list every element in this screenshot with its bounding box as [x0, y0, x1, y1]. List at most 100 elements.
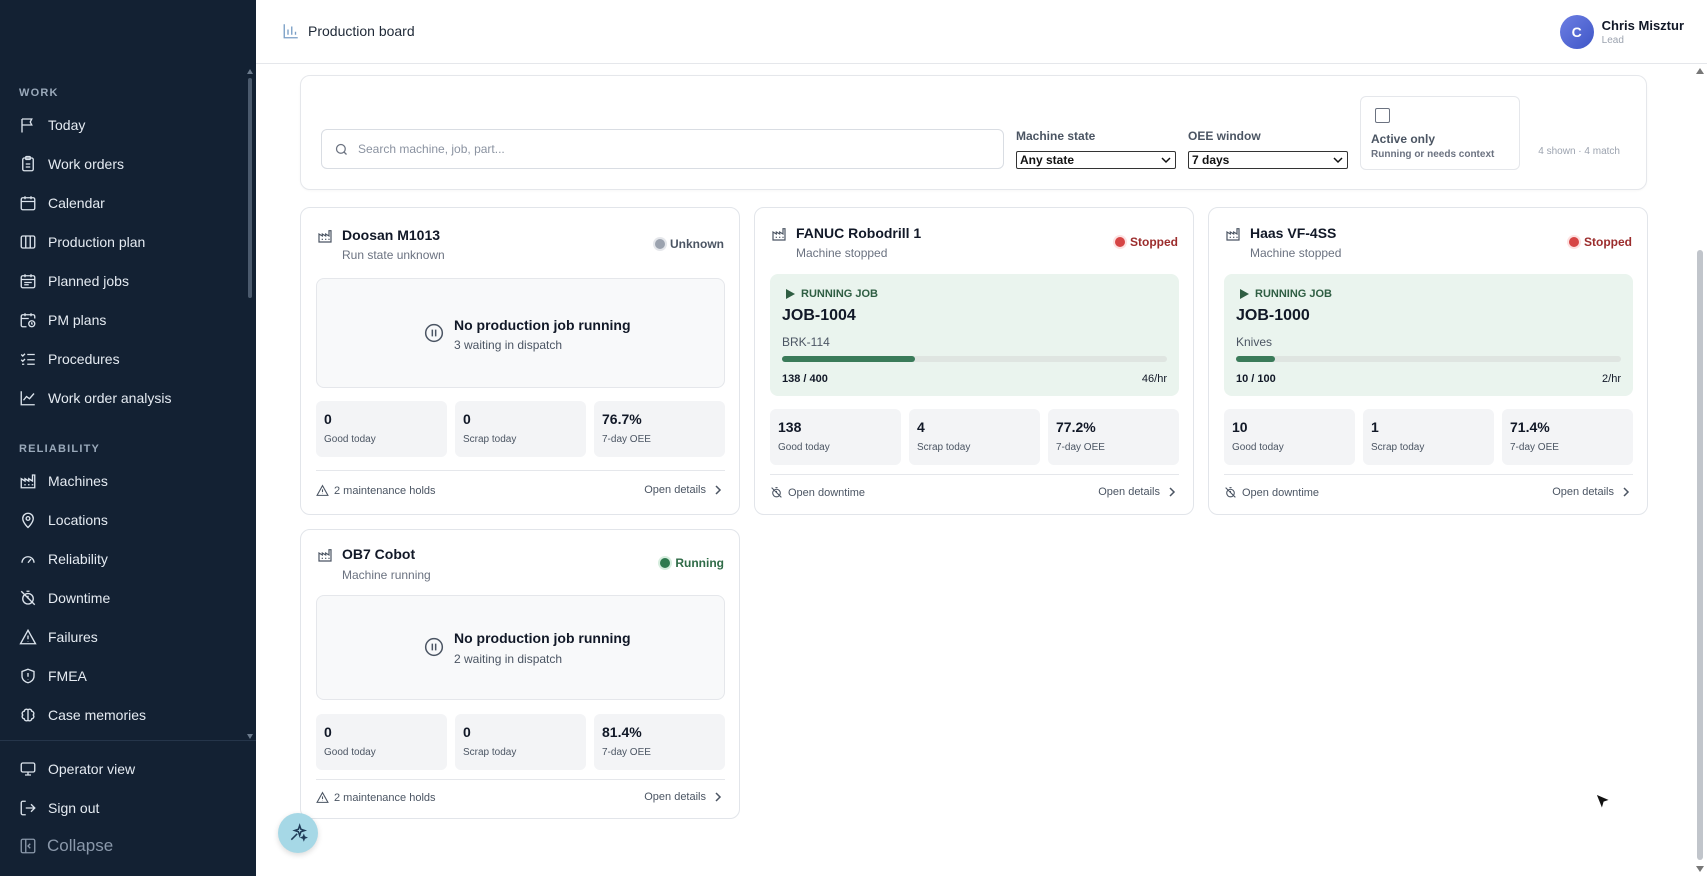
sidebar-item-label: Work orders [48, 156, 124, 172]
no-job-panel: No production job running 3 waiting in d… [316, 278, 725, 388]
main-scroll-down[interactable] [1696, 866, 1704, 872]
page-title: Production board [308, 23, 415, 39]
sidebar-item-label: Failures [48, 629, 98, 645]
stat-oee: 71.4% 7-day OEE [1502, 409, 1633, 465]
running-job-panel[interactable]: RUNNING JOB JOB-1004 BRK-114 138 / 400 4… [770, 274, 1179, 396]
active-only-filter[interactable]: Active only Running or needs context [1360, 96, 1520, 170]
card-divider [316, 470, 725, 471]
play-icon [786, 289, 795, 299]
open-downtime-link[interactable]: Open downtime [770, 486, 865, 499]
sidebar-item-pm-plans[interactable]: PM plans [0, 304, 248, 336]
main-scroll-up[interactable] [1696, 68, 1704, 74]
machine-state-value: Any state [1020, 153, 1075, 167]
job-part: BRK-114 [782, 335, 830, 349]
oee-window-select[interactable]: 7 days [1188, 151, 1348, 169]
running-job-tag-label: RUNNING JOB [1255, 288, 1333, 300]
sidebar-item-planned-jobs[interactable]: Planned jobs [0, 265, 248, 297]
machine-name[interactable]: FANUC Robodrill 1 [796, 225, 921, 241]
sidebar-item-procedures[interactable]: Procedures [0, 343, 248, 375]
open-details-label: Open details [1552, 486, 1614, 498]
open-details-link[interactable]: Open details [1552, 486, 1631, 498]
machine-name[interactable]: Haas VF-4SS [1250, 225, 1336, 241]
sidebar-item-reliability[interactable]: Reliability [0, 543, 248, 575]
user-role: Lead [1601, 35, 1624, 46]
sidebar-item-today[interactable]: Today [0, 109, 248, 141]
stat-label: Good today [324, 747, 376, 758]
brain-icon [21, 708, 35, 722]
maintenance-holds[interactable]: 2 maintenance holds [316, 484, 436, 497]
job-progress-bar [782, 356, 1167, 362]
user-menu[interactable]: C Chris Misztur Lead [1559, 15, 1684, 49]
sidebar-scroll-down[interactable] [247, 734, 253, 739]
sidebar-item-sign-out[interactable]: Sign out [0, 792, 248, 824]
open-details-link[interactable]: Open details [1098, 486, 1177, 498]
job-id: JOB-1004 [782, 307, 856, 324]
open-downtime-link[interactable]: Open downtime [1224, 486, 1319, 499]
job-progress-fill [782, 356, 915, 362]
main-scrollbar-thumb[interactable] [1697, 250, 1703, 860]
dispatch-waiting: 2 waiting in dispatch [454, 652, 563, 666]
search-box[interactable] [321, 129, 1004, 169]
sidebar-item-work-orders[interactable]: Work orders [0, 148, 248, 180]
active-only-checkbox[interactable] [1375, 108, 1390, 123]
stat-label: Scrap today [1371, 442, 1425, 453]
machine-card[interactable]: OB7 Cobot Machine running Running No pro… [300, 529, 740, 819]
sidebar-item-locations[interactable]: Locations [0, 504, 248, 536]
running-job-panel[interactable]: RUNNING JOB JOB-1000 Knives 10 / 100 2/h… [1224, 274, 1633, 396]
no-job-title: No production job running [454, 317, 631, 333]
stat-oee: 81.4% 7-day OEE [594, 714, 725, 770]
machine-state-select[interactable]: Any state [1016, 151, 1176, 169]
machine-card[interactable]: Haas VF-4SS Machine stopped Stopped RUNN… [1208, 207, 1648, 515]
sidebar-item-operator-view[interactable]: Operator view [0, 753, 248, 785]
machine-name[interactable]: Doosan M1013 [342, 227, 440, 243]
status-dot [1569, 237, 1579, 247]
map-pin-icon [22, 512, 34, 529]
sidebar-scrollbar-thumb[interactable] [248, 78, 252, 298]
maintenance-holds[interactable]: 2 maintenance holds [316, 791, 436, 804]
open-details-link[interactable]: Open details [644, 791, 723, 803]
factory-icon [318, 549, 332, 562]
status-label: Unknown [670, 237, 724, 251]
factory-icon [772, 228, 786, 241]
calendar-icon [20, 196, 36, 211]
machine-card[interactable]: FANUC Robodrill 1 Machine stopped Stoppe… [754, 207, 1194, 515]
collapse-button[interactable]: Collapse [19, 836, 113, 856]
machine-subtitle: Machine stopped [1250, 246, 1342, 260]
sidebar-item-fmea[interactable]: FMEA [0, 660, 248, 692]
mouse-cursor-icon [1595, 793, 1612, 811]
running-job-tag: RUNNING JOB [784, 288, 878, 300]
timer-off-icon [20, 590, 36, 606]
job-id: JOB-1000 [1236, 307, 1310, 324]
status-badge: Unknown [655, 237, 724, 251]
sidebar-item-downtime[interactable]: Downtime [0, 582, 248, 614]
search-input[interactable] [358, 142, 978, 156]
timer-off-icon [1225, 487, 1236, 498]
sidebar-item-machines[interactable]: Machines [0, 465, 248, 497]
sidebar-nav: WORK Today Work orders Calendar Producti… [0, 66, 256, 740]
status-badge: Stopped [1569, 235, 1632, 249]
gauge-icon [21, 556, 35, 564]
sidebar-item-case-memories[interactable]: Case memories [0, 699, 248, 731]
open-details-link[interactable]: Open details [644, 484, 723, 496]
avatar[interactable]: C [1559, 15, 1594, 49]
sidebar-item-failures[interactable]: Failures [0, 621, 248, 653]
sidebar-item-production-plan[interactable]: Production plan [0, 226, 248, 258]
machine-subtitle: Run state unknown [342, 248, 445, 262]
sidebar-item-calendar[interactable]: Calendar [0, 187, 248, 219]
chevron-right-icon [1623, 487, 1630, 497]
chevron-right-icon [715, 485, 722, 495]
oee-window-label: OEE window [1188, 129, 1261, 143]
sidebar-item-work-order-analysis[interactable]: Work order analysis [0, 382, 248, 414]
job-part: Knives [1236, 335, 1273, 349]
machine-name[interactable]: OB7 Cobot [342, 546, 415, 562]
clipboard-icon [22, 155, 34, 172]
sidebar-scroll-up[interactable] [247, 69, 253, 74]
assistant-button[interactable] [278, 813, 318, 853]
flag-icon [21, 118, 33, 133]
stat-scrap-today: 4 Scrap today [909, 409, 1040, 465]
warning-icon [19, 628, 37, 645]
stat-value: 138 [778, 419, 802, 435]
bar-chart-icon [283, 24, 298, 39]
machine-card[interactable]: Doosan M1013 Run state unknown Unknown N… [300, 207, 740, 515]
warning-icon [316, 791, 329, 803]
